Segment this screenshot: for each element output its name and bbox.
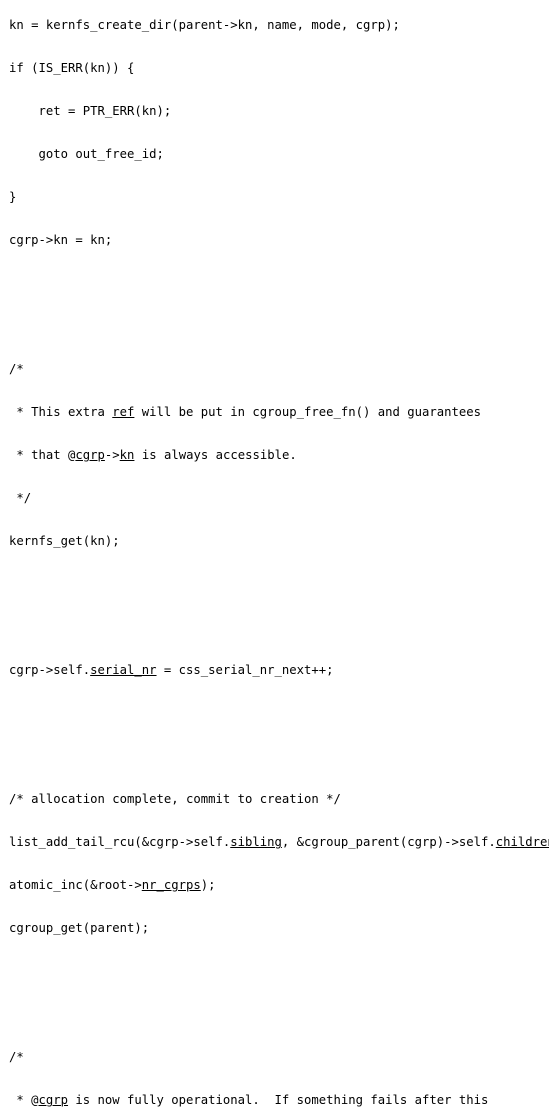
code-text: atomic_inc(&root-> <box>9 878 142 893</box>
code-text: cgrp->kn = kn; <box>9 233 113 248</box>
code-text: goto out_free_id; <box>9 147 164 162</box>
code-text: * that @ <box>9 448 76 463</box>
code-line: list_add_tail_rcu(&cgrp->self.sibling, &… <box>9 832 549 854</box>
code-identifier-link[interactable]: ref <box>112 405 134 419</box>
code-line: * that @cgrp->kn is always accessible. <box>9 445 549 467</box>
code-line: cgrp->self.serial_nr = css_serial_nr_nex… <box>9 660 549 682</box>
code-line: /* <box>9 1047 549 1069</box>
source-code-listing: kn = kernfs_create_dir(parent->kn, name,… <box>0 12 549 1120</box>
code-text: * This extra <box>9 405 113 420</box>
code-line: kn = kernfs_create_dir(parent->kn, name,… <box>9 15 549 37</box>
code-identifier-link[interactable]: nr_cgrps <box>142 878 201 892</box>
code-line: * This extra ref will be put in cgroup_f… <box>9 402 549 424</box>
code-line: } <box>9 187 549 209</box>
code-text: will be put in cgroup_free_fn() and guar… <box>134 405 482 420</box>
code-text: is now fully operational. If something f… <box>68 1093 489 1108</box>
code-text: } <box>9 190 17 205</box>
code-text: ); <box>200 878 216 893</box>
code-text: = css_serial_nr_next++; <box>156 663 334 678</box>
code-line: cgrp->kn = kn; <box>9 230 549 252</box>
code-text: /* <box>9 1050 24 1065</box>
code-identifier-link[interactable]: sibling <box>230 835 282 849</box>
code-line: cgroup_get(parent); <box>9 918 549 940</box>
code-text: -> <box>104 448 120 463</box>
code-text: if (IS_ERR(kn)) { <box>9 61 135 76</box>
code-identifier-link[interactable]: cgrp <box>39 1093 69 1107</box>
code-text: ret = PTR_ERR(kn); <box>9 104 172 119</box>
code-line: kernfs_get(kn); <box>9 531 549 553</box>
code-text: , &cgroup_parent(cgrp)->self. <box>281 835 496 850</box>
code-text: kn = kernfs_create_dir(parent->kn, name,… <box>9 18 400 33</box>
code-line: goto out_free_id; <box>9 144 549 166</box>
code-identifier-link[interactable]: serial_nr <box>90 663 156 677</box>
code-line: /* allocation complete, commit to creati… <box>9 789 549 811</box>
code-line: */ <box>9 488 549 510</box>
code-text: list_add_tail_rcu(&cgrp->self. <box>9 835 231 850</box>
code-line: if (IS_ERR(kn)) { <box>9 58 549 80</box>
code-text: /* <box>9 362 24 377</box>
code-text: cgrp->self. <box>9 663 91 678</box>
code-line: /* <box>9 359 549 381</box>
code-text: * @ <box>9 1093 39 1108</box>
code-line: ret = PTR_ERR(kn); <box>9 101 549 123</box>
code-identifier-link[interactable]: cgrp <box>75 448 105 462</box>
code-identifier-link[interactable]: children <box>496 835 549 849</box>
code-text: is always accessible. <box>134 448 297 463</box>
code-text: /* allocation complete, commit to creati… <box>9 792 341 807</box>
code-text: cgroup_get(parent); <box>9 921 150 936</box>
code-text: kernfs_get(kn); <box>9 534 120 549</box>
code-text: */ <box>9 491 32 506</box>
code-identifier-link[interactable]: kn <box>120 448 135 462</box>
code-line: * @cgrp is now fully operational. If som… <box>9 1090 549 1112</box>
code-line: atomic_inc(&root->nr_cgrps); <box>9 875 549 897</box>
